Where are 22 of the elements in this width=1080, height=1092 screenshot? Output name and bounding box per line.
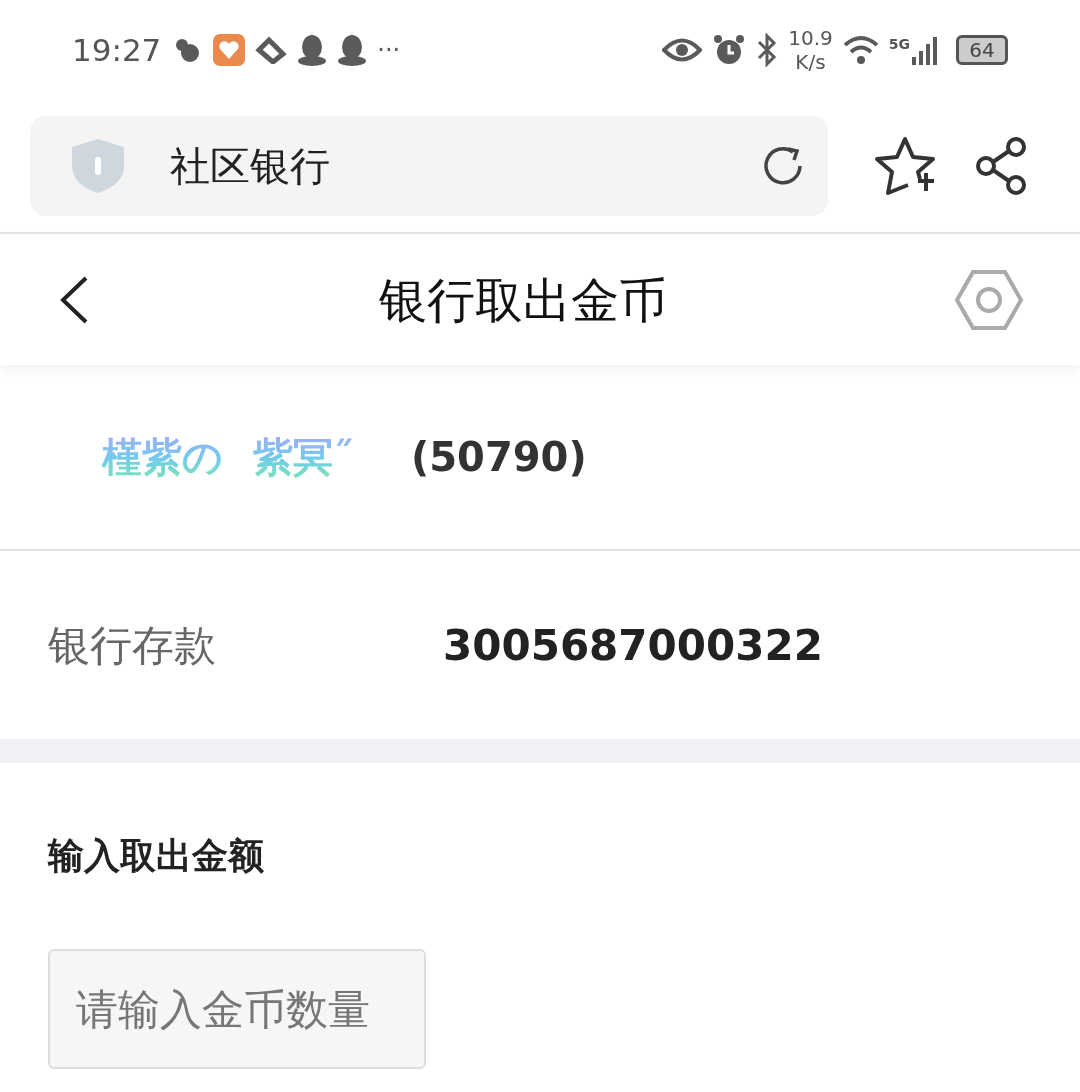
- user-id: (50790): [411, 433, 587, 482]
- header-title: 银行取出金币: [378, 270, 668, 330]
- deposit-label: 银行存款: [48, 619, 217, 672]
- signal-icon: [912, 35, 940, 65]
- share-icon[interactable]: [974, 137, 1028, 195]
- wifi-icon: [842, 35, 879, 65]
- amount-input-field[interactable]: 请输入金币数量: [48, 949, 426, 1069]
- section-label: 输入取出金额: [48, 834, 264, 878]
- network-type: 5G: [888, 37, 910, 51]
- deposit-amount: 3005687000322: [443, 619, 823, 672]
- shield-icon: [70, 137, 126, 195]
- bluetooth-icon: [756, 33, 779, 67]
- network-speed: 10.9 K/s: [788, 26, 833, 74]
- status-time: 19:27: [72, 30, 162, 70]
- eye-icon: [662, 37, 703, 63]
- heart-app-icon: [213, 34, 246, 66]
- favorite-add-icon[interactable]: [872, 135, 938, 197]
- more-notifications: ···: [377, 35, 401, 66]
- address-bar[interactable]: 社区银行: [30, 116, 828, 216]
- alarm-clock-icon: [712, 33, 747, 67]
- page-title: 社区银行: [170, 142, 331, 191]
- battery-indicator: 64: [956, 35, 1008, 65]
